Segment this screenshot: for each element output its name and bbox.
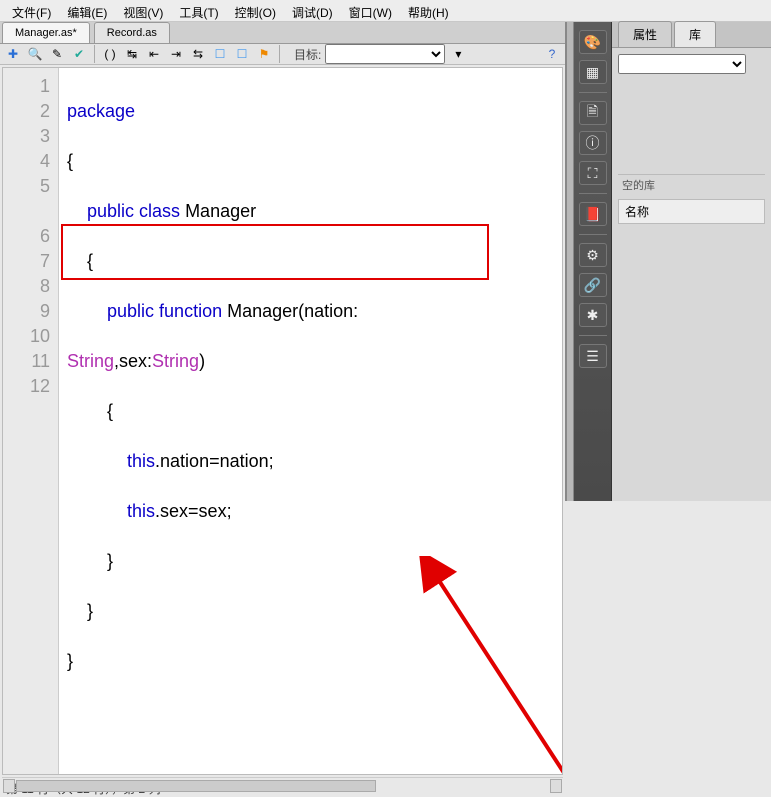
tab-manager-as[interactable]: Manager.as* <box>2 22 90 43</box>
scroll-thumb[interactable] <box>16 780 376 792</box>
menu-control[interactable]: 控制(O) <box>227 2 284 19</box>
indent-icon[interactable]: ↹ <box>123 45 141 63</box>
separator <box>579 193 607 194</box>
separator <box>579 335 607 336</box>
document-icon[interactable]: 🗎 <box>579 101 607 125</box>
info-icon[interactable]: ⓘ <box>579 131 607 155</box>
horizontal-scrollbar[interactable] <box>2 777 563 778</box>
menu-bar: 文件(F) 编辑(E) 视图(V) 工具(T) 控制(O) 调试(D) 窗口(W… <box>0 0 771 22</box>
tab-library[interactable]: 库 <box>674 21 716 47</box>
menu-help[interactable]: 帮助(H) <box>400 2 457 19</box>
palette-icon[interactable]: 🎨 <box>579 30 607 54</box>
panel-tabs: 属性 库 <box>612 22 771 48</box>
separator <box>94 45 95 63</box>
stack-icon[interactable]: ☰ <box>579 344 607 368</box>
help-icon[interactable]: ? <box>543 45 561 63</box>
link-icon[interactable]: 🔗 <box>579 273 607 297</box>
tool-palette: 🎨 ▦ 🗎 ⓘ ⛶ 📕 ⚙ 🔗 ✱ ☰ <box>574 22 612 501</box>
bookmark-icon[interactable]: ⚑ <box>255 45 273 63</box>
line-gutter: 123 45 678 91011 12 <box>3 68 59 774</box>
tab-properties[interactable]: 属性 <box>618 21 672 47</box>
search-icon[interactable]: 🔍 <box>26 45 44 63</box>
menu-window[interactable]: 窗口(W) <box>341 2 400 19</box>
empty-library-label: 空的库 <box>618 174 765 195</box>
uncomment-icon[interactable]: ☐ <box>233 45 251 63</box>
target-select[interactable] <box>325 44 445 64</box>
separator <box>579 92 607 93</box>
component-icon[interactable]: ⚙ <box>579 243 607 267</box>
separator <box>279 45 280 63</box>
chevron-down-icon[interactable]: ▾ <box>449 45 467 63</box>
tab-record-as[interactable]: Record.as <box>94 22 170 43</box>
menu-edit[interactable]: 编辑(E) <box>59 2 115 19</box>
menu-tools[interactable]: 工具(T) <box>171 2 226 19</box>
editor-toolbar: ✚ 🔍 ✎ ✔ ( ) ↹ ⇤ ⇥ ⇆ ☐ ☐ ⚑ 目标: ▾ ? <box>0 44 565 65</box>
panel-splitter[interactable] <box>566 22 574 501</box>
menu-view[interactable]: 视图(V) <box>115 2 171 19</box>
outdent-left-icon[interactable]: ⇤ <box>145 45 163 63</box>
code-area[interactable]: package { public class Manager { public … <box>59 68 562 774</box>
comment-icon[interactable]: ☐ <box>211 45 229 63</box>
menu-file[interactable]: 文件(F) <box>4 2 59 19</box>
expand-icon[interactable]: ⇆ <box>189 45 207 63</box>
code-editor[interactable]: 123 45 678 91011 12 package { public cla… <box>2 67 563 775</box>
document-tabbar: Manager.as* Record.as <box>0 22 565 44</box>
menu-debug[interactable]: 调试(D) <box>284 2 341 19</box>
bone-icon[interactable]: ✱ <box>579 303 607 327</box>
grid-icon[interactable]: ▦ <box>579 60 607 84</box>
library-select[interactable] <box>618 54 746 74</box>
wand-icon[interactable]: ✎ <box>48 45 66 63</box>
library-column-name[interactable]: 名称 <box>618 199 765 224</box>
scroll-left-button[interactable] <box>3 779 15 793</box>
scroll-right-button[interactable] <box>550 779 562 793</box>
add-icon[interactable]: ✚ <box>4 45 22 63</box>
crop-icon[interactable]: ⛶ <box>579 161 607 185</box>
brace-icon[interactable]: ( ) <box>101 45 119 63</box>
target-label: 目标: <box>294 46 321 63</box>
check-icon[interactable]: ✔ <box>70 45 88 63</box>
outdent-right-icon[interactable]: ⇥ <box>167 45 185 63</box>
library-icon[interactable]: 📕 <box>579 202 607 226</box>
side-panel: 属性 库 空的库 名称 <box>612 22 771 501</box>
separator <box>579 234 607 235</box>
